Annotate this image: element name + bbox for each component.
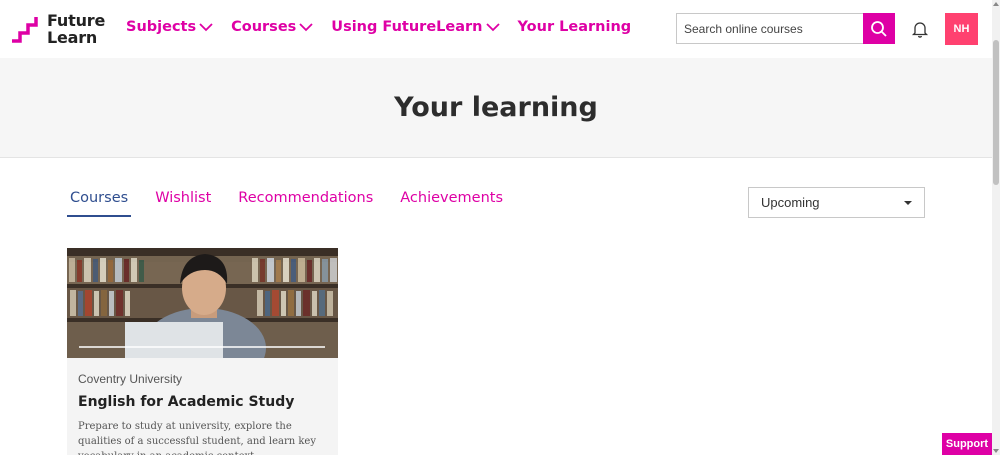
- course-card[interactable]: Coventry University English for Academic…: [67, 248, 338, 455]
- search-input[interactable]: [677, 14, 863, 43]
- tab-wishlist[interactable]: Wishlist: [152, 190, 214, 217]
- select-value: Upcoming: [761, 195, 820, 210]
- support-button[interactable]: Support: [942, 433, 992, 455]
- scroll-down-icon[interactable]: [993, 449, 999, 453]
- page-scrollbar[interactable]: [992, 0, 1000, 455]
- nav-your-learning[interactable]: Your Learning: [518, 19, 632, 35]
- logo-line1: Future: [47, 11, 106, 30]
- site-header: Future Learn Subjects Courses Using Futu…: [0, 0, 992, 58]
- main-nav: Subjects Courses Using FutureLearn Your …: [126, 19, 631, 35]
- logo-line2: Learn: [47, 28, 98, 47]
- nav-courses-label: Courses: [231, 19, 297, 35]
- tab-recommendations[interactable]: Recommendations: [235, 190, 376, 217]
- course-status-select[interactable]: Upcoming: [748, 187, 925, 218]
- course-provider: Coventry University: [78, 372, 183, 386]
- course-title[interactable]: English for Academic Study: [78, 394, 294, 410]
- chevron-down-icon: [199, 23, 213, 32]
- logo-text: Future Learn: [47, 12, 105, 46]
- caret-down-icon: [904, 200, 912, 205]
- page-title: Your learning: [394, 92, 598, 123]
- search-icon: [871, 20, 887, 37]
- user-avatar[interactable]: NH: [945, 13, 978, 45]
- course-description: Prepare to study at university, explore …: [78, 421, 316, 455]
- learning-tabs: Courses Wishlist Recommendations Achieve…: [67, 190, 506, 217]
- search-button[interactable]: [863, 13, 895, 44]
- notification-bell-icon[interactable]: [911, 20, 929, 38]
- tab-achievements[interactable]: Achievements: [397, 190, 506, 217]
- nav-courses[interactable]: Courses: [231, 19, 313, 35]
- page-hero: Your learning: [0, 58, 992, 158]
- nav-subjects[interactable]: Subjects: [126, 19, 213, 35]
- chevron-down-icon: [485, 23, 500, 32]
- logo-steps-icon: [12, 17, 38, 43]
- search-box: [676, 13, 895, 44]
- course-image: [67, 248, 338, 358]
- nav-subjects-label: Subjects: [126, 19, 197, 35]
- futurelearn-logo[interactable]: Future Learn: [11, 12, 105, 46]
- scroll-up-icon[interactable]: [993, 2, 999, 6]
- tab-courses[interactable]: Courses: [67, 190, 132, 217]
- scrollbar-thumb[interactable]: [993, 40, 999, 185]
- nav-using-futurelearn[interactable]: Using FutureLearn: [331, 19, 500, 35]
- nav-using-label: Using FutureLearn: [331, 19, 483, 35]
- chevron-down-icon: [299, 23, 313, 32]
